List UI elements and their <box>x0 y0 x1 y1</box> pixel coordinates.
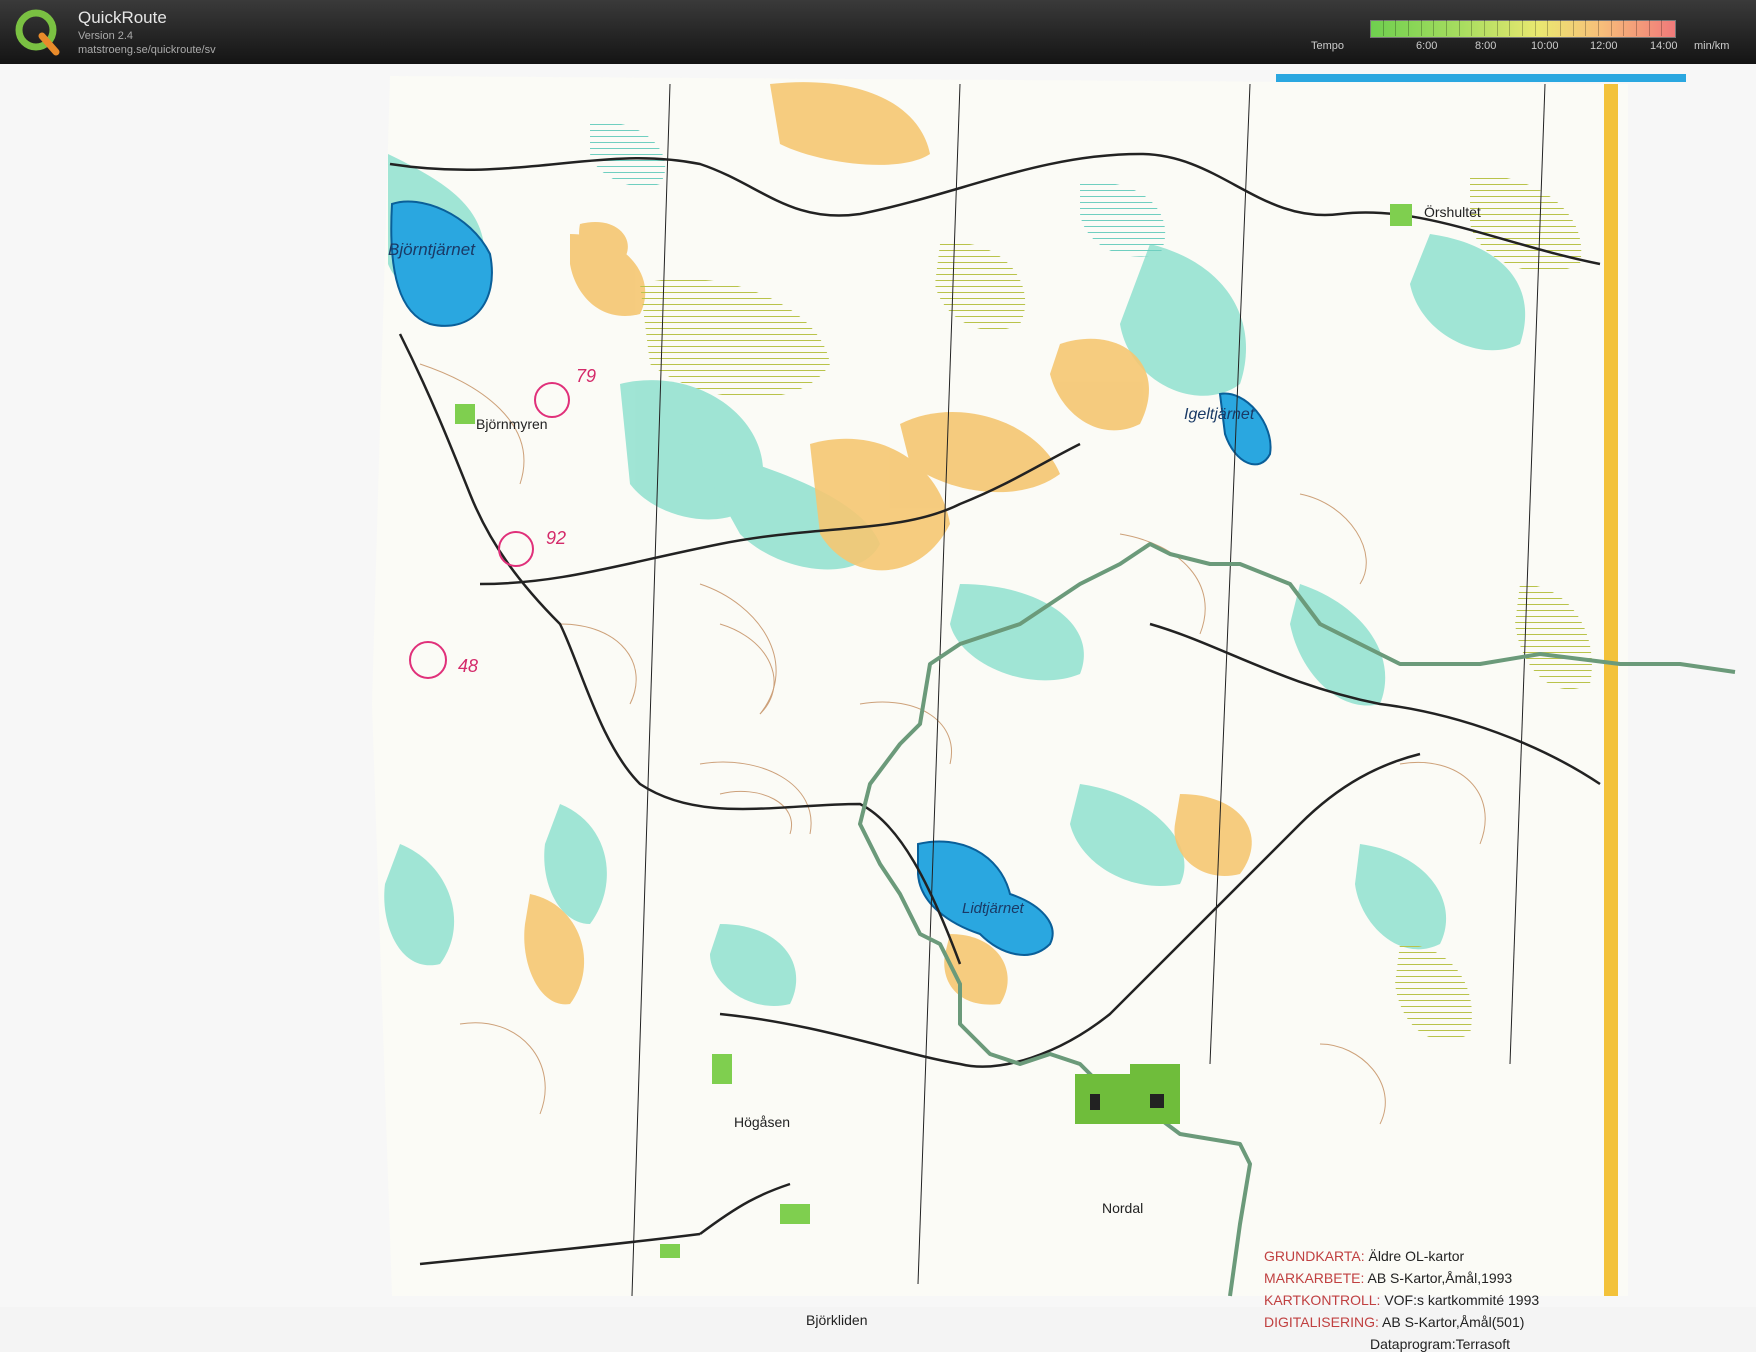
control-number-92: 92 <box>546 528 567 548</box>
tempo-scale-tick <box>1496 20 1498 36</box>
tempo-label: Tempo <box>1311 40 1345 52</box>
tempo-tick-label: 6:00 <box>1416 40 1438 52</box>
credit-key: DIGITALISERING: <box>1264 1314 1379 1330</box>
tempo-scale-tick <box>1446 20 1447 36</box>
tempo-scale-tick <box>1534 20 1536 36</box>
tempo-scale-tick <box>1661 20 1663 36</box>
tempo-scale-tick <box>1623 20 1625 36</box>
quickroute-logo-icon <box>15 9 60 56</box>
tempo-scale-tick <box>1610 20 1612 36</box>
tempo-tick-label: 8:00 <box>1475 40 1497 52</box>
credit-value: AB S-Kartor,Åmål(501) <box>1382 1314 1525 1330</box>
tempo-scale-tick <box>1408 20 1409 36</box>
tempo-scale-tick <box>1484 20 1485 36</box>
tempo-scale-tick <box>1598 20 1599 36</box>
credit-value: Äldre OL-kartor <box>1368 1248 1465 1264</box>
tempo-scale-tick <box>1547 20 1549 36</box>
credit-line: DIGITALISERING: AB S-Kartor,Åmål(501) <box>1264 1314 1524 1330</box>
place-label-bjorkliden: Björkliden <box>806 1312 868 1328</box>
app-version: Version 2.4 <box>78 30 134 42</box>
place-label-nordal: Nordal <box>1102 1200 1144 1216</box>
map-border-stripe <box>1604 84 1618 1296</box>
credit-line: KARTKONTROLL: VOF:s kartkommité 1993 <box>1264 1292 1539 1308</box>
map-canvas[interactable]: Björntjärnet Björnmyren Örshultet Igeltj… <box>0 64 1756 1352</box>
credit-line: GRUNDKARTA: Äldre OL-kartor <box>1264 1248 1464 1264</box>
orienteering-map[interactable] <box>0 64 1756 1307</box>
tempo-unit: min/km <box>1694 40 1730 52</box>
tempo-tick-label: 10:00 <box>1531 40 1559 52</box>
control-number-79: 79 <box>576 366 597 386</box>
credit-value: Dataprogram:Terrasoft <box>1370 1336 1511 1352</box>
app-url[interactable]: matstroeng.se/quickroute/sv <box>78 44 216 56</box>
tempo-scale-ticks <box>1370 20 1674 36</box>
tempo-tick-label: 12:00 <box>1590 40 1618 52</box>
app-header: QuickRoute Version 2.4 matstroeng.se/qui… <box>0 0 1756 64</box>
place-label-hogasen: Högåsen <box>734 1114 791 1130</box>
tempo-scale-tick <box>1585 20 1587 36</box>
place-label-orshultet: Örshultet <box>1424 204 1481 220</box>
tempo-scale-tick <box>1420 20 1422 36</box>
place-label-lidtjarnet: Lidtjärnet <box>962 900 1024 917</box>
tempo-scale-tick <box>1560 20 1561 36</box>
credit-line: MARKARBETE: AB S-Kartor,Åmål,1993 <box>1264 1270 1512 1286</box>
tempo-scale-tick <box>1433 20 1435 36</box>
tempo-scale-tick <box>1636 20 1637 36</box>
place-label-bjorntjarnet: Björntjärnet <box>388 240 475 259</box>
tempo-scale-tick <box>1395 20 1397 36</box>
credit-key: GRUNDKARTA: <box>1264 1248 1365 1264</box>
app-title: QuickRoute <box>78 8 167 27</box>
credit-value: VOF:s kartkommité 1993 <box>1384 1292 1540 1308</box>
place-label-igeltjarnet: Igeltjärnet <box>1184 406 1255 423</box>
tempo-scale-tick <box>1458 20 1460 36</box>
tempo-scale-tick <box>1509 20 1511 36</box>
credit-value: AB S-Kartor,Åmål,1993 <box>1367 1270 1513 1286</box>
tempo-tick-label: 14:00 <box>1650 40 1678 52</box>
tempo-scale-tick <box>1382 20 1384 36</box>
tempo-scale-tick <box>1648 20 1650 36</box>
credit-key: MARKARBETE: <box>1264 1270 1365 1286</box>
map-top-blue-strip <box>1276 74 1686 82</box>
tempo-scale-tick <box>1572 20 1574 36</box>
place-label-bjornmyren: Björnmyren <box>476 416 548 432</box>
tempo-scale-tick <box>1522 20 1523 36</box>
credit-key: KARTKONTROLL: <box>1264 1292 1381 1308</box>
control-number-48: 48 <box>458 656 479 676</box>
tempo-scale-tick <box>1471 20 1473 36</box>
credit-line: Dataprogram:Terrasoft <box>1370 1336 1510 1352</box>
